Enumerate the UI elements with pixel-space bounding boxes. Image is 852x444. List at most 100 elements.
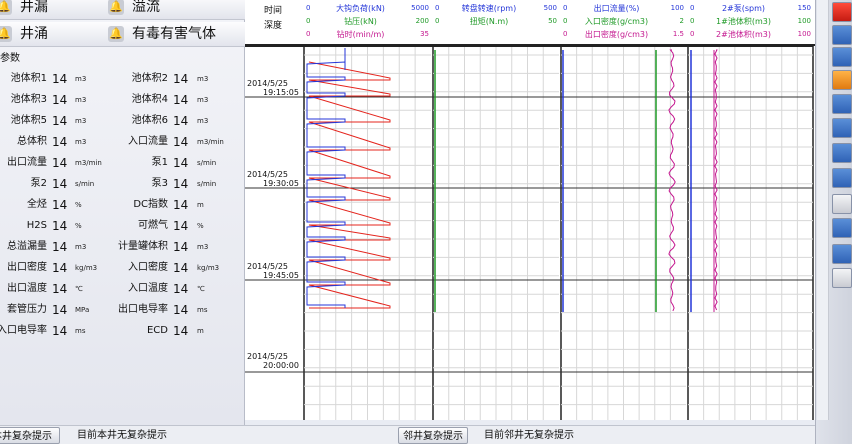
bell-icon: 🔔 xyxy=(108,0,124,15)
params-section-title: 参数 xyxy=(0,53,20,64)
param-label-text: 泵1 xyxy=(151,157,168,168)
nearby-well-alert-text: 目前邻井无复杂提示 xyxy=(484,430,574,441)
track-max: 1.5 xyxy=(672,30,684,38)
truck-icon[interactable] xyxy=(832,218,852,238)
user-icon[interactable] xyxy=(832,118,852,138)
track-max: 200 xyxy=(415,17,429,25)
param-value: 14 xyxy=(173,240,189,254)
alarm-toxic-gas[interactable]: 🔔 有毒有害气体 xyxy=(108,22,216,47)
track-max: 50 xyxy=(548,17,557,25)
param-value: 14 xyxy=(173,261,189,275)
param-value: 14 xyxy=(173,156,189,170)
param-label-text: 出口电导率 xyxy=(118,304,168,315)
param-value: 14 xyxy=(173,219,189,233)
track-min: 0 xyxy=(690,30,695,38)
bell-icon: 🔔 xyxy=(108,26,124,42)
hookload-curve xyxy=(308,61,391,309)
tick-time: 19:15:05 xyxy=(263,88,299,97)
settings-icon[interactable] xyxy=(832,268,852,288)
track-max: 100 xyxy=(797,17,811,25)
param-value: 14 xyxy=(173,303,189,317)
param-unit: m3 xyxy=(197,96,209,104)
param-value: 14 xyxy=(173,93,189,107)
vertical-scrollbar[interactable] xyxy=(817,0,829,420)
track-max: 100 xyxy=(670,4,684,12)
track-name: 扭矩(N.m) xyxy=(469,17,509,26)
param-label-text: 入口流量 xyxy=(128,136,168,147)
param-unit: m xyxy=(197,327,204,335)
alarm-lost-circulation[interactable]: 🔔 井漏 xyxy=(0,0,48,20)
track-name: 1#池体积(m3) xyxy=(716,17,771,26)
track-name: 转盘转速(rpm) xyxy=(461,4,517,13)
right-toolbar xyxy=(815,0,852,444)
param-label: 池体积4 xyxy=(0,91,168,109)
param-value: 14 xyxy=(173,282,189,296)
tick-time: 20:00:00 xyxy=(263,361,299,370)
local-well-alert-text: 目前本井无复杂提示 xyxy=(77,430,167,441)
param-value: 14 xyxy=(173,135,189,149)
param-unit: m3 xyxy=(197,243,209,251)
param-label: 池体积6 xyxy=(0,112,168,130)
pit2-curve xyxy=(714,49,718,311)
param-label: 泵3 xyxy=(0,175,168,193)
track-min: 0 xyxy=(563,30,568,38)
param-label-text: 可燃气 xyxy=(138,220,168,231)
alarm-overflow[interactable]: 🔔 溢流 xyxy=(108,0,160,20)
monitor-alt-icon[interactable] xyxy=(832,244,852,264)
track-name: 出口流量(%) xyxy=(593,4,640,13)
alarm-row-1: 🔔 井漏 🔔 溢流 xyxy=(0,0,245,20)
param-unit: m3 xyxy=(197,117,209,125)
param-unit: % xyxy=(197,222,204,230)
param-label: 池体积2 xyxy=(0,70,168,88)
pump-icon[interactable] xyxy=(832,143,852,163)
time-label: 时间 xyxy=(264,6,283,16)
param-label: DC指数 xyxy=(0,196,168,214)
param-unit: s/min xyxy=(197,180,217,188)
track-min: 0 xyxy=(435,17,440,25)
param-unit: ℃ xyxy=(197,285,205,293)
track-name: 出口密度(g/cm3) xyxy=(584,30,649,39)
chart-canvas xyxy=(245,0,814,420)
rig-icon[interactable] xyxy=(832,2,852,22)
param-label-text: 入口温度 xyxy=(128,283,168,294)
left-panel: 🔔 井漏 🔔 溢流 🔔 井涌 🔔 有毒有害气体 参数 池体积1 14 m3 池体积2 14 m3 池… xyxy=(0,0,245,425)
well-icon[interactable] xyxy=(832,47,852,67)
gauge-icon[interactable] xyxy=(832,194,852,214)
param-label: 出口电导率 xyxy=(0,301,168,319)
app-window: 🔔 井漏 🔔 溢流 🔔 井涌 🔔 有毒有害气体 参数 池体积1 14 m3 池体积2 14 m3 池… xyxy=(0,0,852,444)
track-min: 0 xyxy=(690,17,695,25)
track-name: 钻压(kN) xyxy=(344,17,377,26)
param-unit: ms xyxy=(197,306,208,314)
param-label-text: 泵3 xyxy=(151,178,168,189)
track-max: 500 xyxy=(543,4,557,12)
log-chart[interactable]: 时间 深度 0 大钩负荷(kN) 5000 0 钻压(kN) 200 0 钻时(min/m) 3… xyxy=(245,0,815,420)
local-well-alert-button[interactable]: 本井复杂提示 xyxy=(0,427,60,444)
track-max: 100 xyxy=(797,30,811,38)
chart-icon[interactable] xyxy=(832,70,852,90)
status-bar: 本井复杂提示 目前本井无复杂提示 邻井复杂提示 目前邻井无复杂提示 xyxy=(0,425,815,444)
param-label-text: 池体积4 xyxy=(131,94,168,105)
tick-time: 19:45:05 xyxy=(263,271,299,280)
alarm-row-2: 🔔 井涌 🔔 有毒有害气体 xyxy=(0,22,245,47)
network-icon[interactable] xyxy=(832,168,852,188)
param-label: 入口密度 xyxy=(0,259,168,277)
param-label-text: 计量罐体积 xyxy=(118,241,168,252)
monitor-icon[interactable] xyxy=(832,94,852,114)
tick-time: 19:30:05 xyxy=(263,179,299,188)
param-label: ECD xyxy=(0,322,168,340)
param-label-text: ECD xyxy=(146,325,168,336)
param-label-text: DC指数 xyxy=(133,199,168,210)
tool-icon[interactable] xyxy=(832,25,852,45)
alarm-kick[interactable]: 🔔 井涌 xyxy=(0,22,48,47)
param-value: 14 xyxy=(173,114,189,128)
track-min: 0 xyxy=(306,4,311,12)
track-min: 0 xyxy=(563,4,568,12)
param-label: 泵1 xyxy=(0,154,168,172)
param-label-text: 入口密度 xyxy=(128,262,168,273)
param-unit: kg/m3 xyxy=(197,264,220,272)
nearby-well-alert-button[interactable]: 邻井复杂提示 xyxy=(398,427,468,444)
depth-label: 深度 xyxy=(264,21,283,31)
param-label: 可燃气 xyxy=(0,217,168,235)
track-name: 2#泵(spm) xyxy=(721,4,766,13)
track-name: 钻时(min/m) xyxy=(336,30,385,39)
